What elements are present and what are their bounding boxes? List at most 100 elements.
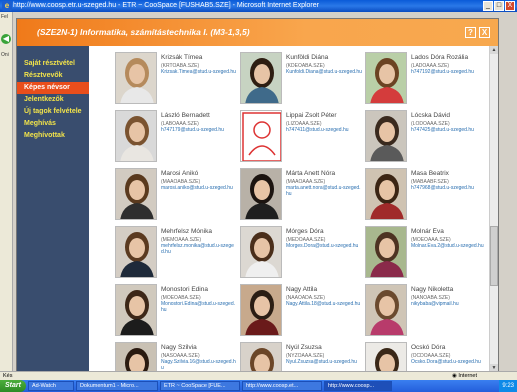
portrait-graphic	[120, 174, 154, 219]
person-email-link[interactable]: Morges.Dora@stud.u-szeged.hu	[286, 243, 362, 249]
person-email-link[interactable]: h747425@stud.u-szeged.hu	[411, 127, 487, 133]
menu-item-3[interactable]: Jelentkezők	[17, 94, 89, 106]
person-email-link[interactable]: mehrfelsz.monika@stud.u-szeged.hu	[161, 243, 237, 255]
portrait-graphic	[125, 348, 149, 372]
person-email-link[interactable]: Nyul.Zsuzsa@stud.u-szeged.hu	[286, 359, 362, 365]
person-photo[interactable]	[240, 342, 282, 372]
browser-left-strip: Fel ◀ Oni	[0, 12, 13, 371]
person-name: Monostori Edina	[161, 286, 208, 293]
person-email-link[interactable]: Kunfoldi.Diana@stud.u-szeged.hu	[286, 69, 362, 75]
person-name: Kunföldi Diána	[286, 54, 329, 61]
menu-item-2[interactable]: Képes névsor	[17, 82, 89, 94]
content-scrollbar[interactable]: ▲ ▼	[489, 46, 498, 372]
close-window-button[interactable]: X	[505, 1, 515, 11]
person-photo[interactable]	[115, 110, 157, 162]
person-photo[interactable]	[240, 226, 282, 278]
start-button[interactable]: Start	[0, 380, 26, 392]
person-name: Nagy Nikoletta	[411, 286, 454, 293]
person-email-link[interactable]: h747411@stud.u-szeged.hu	[286, 127, 362, 133]
person-email-link[interactable]: Ocsko.Dora@stud.u-szeged.hu	[411, 359, 487, 365]
person-card[interactable]: Krizsák Tímea (KRTOABA.SZE) Krizsak.Timea@…	[115, 52, 239, 105]
person-card[interactable]: Mórges Dóra (MEDOAAA.SZE) Morges.Dora@stud…	[240, 226, 364, 279]
person-card[interactable]: Lippai Zsolt Péter (LIZOAAA.SZE) h747411@s…	[240, 110, 364, 163]
person-card[interactable]: Márta Anett Nóra (MAAOAAA.SZE) marta.anett…	[240, 168, 364, 221]
person-card[interactable]: Masa Beatrix (MABAABF.SZE) h747968@stud.u-…	[365, 168, 489, 221]
browser-title-bar: e http://www.coosp.etr.u-szeged.hu - ETR…	[0, 0, 517, 12]
photo-roster: Krizsák Tímea (KRTOABA.SZE) Krizsak.Timea@…	[89, 46, 490, 372]
person-photo[interactable]	[240, 110, 282, 162]
status-text: Kés	[3, 373, 13, 379]
help-button[interactable]: ?	[465, 27, 476, 38]
person-photo[interactable]	[115, 168, 157, 220]
portrait-graphic	[245, 232, 279, 277]
default-avatar-icon	[242, 112, 281, 161]
task-ie-window-1[interactable]: http://www.coosp.et...	[241, 381, 322, 391]
person-card[interactable]: Nagy Attila (NAAOADA.SZE) Nagy.Attila.18@s…	[240, 284, 364, 337]
person-card[interactable]: Nagy Nikoletta (NANOABA.SZE) nikybaba@vipm…	[365, 284, 489, 337]
person-card[interactable]: Nagy Szilvia (NASOAAA.SZE) Nagy.Szilvia.16…	[115, 342, 239, 372]
person-photo[interactable]	[365, 342, 407, 372]
person-email-link[interactable]: marta.anett.nora@stud.u-szeged.hu	[286, 185, 362, 197]
side-menu: Saját résztvétel Résztvevők Képes névsor Je…	[17, 46, 89, 372]
person-photo[interactable]	[240, 168, 282, 220]
portrait-graphic	[120, 290, 154, 335]
person-email-link[interactable]: Molnar.Eva.2@stud.u-szeged.hu	[411, 243, 487, 249]
scroll-thumb[interactable]	[490, 226, 498, 286]
menu-item-1[interactable]: Résztvevők	[17, 70, 89, 82]
person-email-link[interactable]: nikybaba@vipmail.hu	[411, 301, 487, 307]
person-photo[interactable]	[365, 284, 407, 336]
scroll-up-icon[interactable]: ▲	[490, 46, 498, 54]
person-photo[interactable]	[115, 284, 157, 336]
person-email-link[interactable]: h747179@stud.u-szeged.hu	[161, 127, 237, 133]
person-card[interactable]: Kunföldi Diána (KDEOABA.SZE) Kunfoldi.Dian…	[240, 52, 364, 105]
person-photo[interactable]	[115, 342, 157, 372]
window-controls: _ □ X	[483, 1, 515, 11]
desktop-screen: e http://www.coosp.etr.u-szeged.hu - ETR…	[0, 0, 517, 392]
taskbar: Start Ad-Watch Dokumentum1 - Micro... ET…	[0, 380, 517, 392]
portrait-graphic	[250, 348, 274, 372]
person-email-link[interactable]: h747192@stud.u-szeged.hu	[411, 69, 487, 75]
portrait-graphic	[370, 232, 404, 277]
person-email-link[interactable]: Nagy.Attila.18@stud.u-szeged.hu	[286, 301, 362, 307]
person-card[interactable]: Marosi Anikó (MAAOABA.SZE) marosi.aniko@st…	[115, 168, 239, 221]
person-photo[interactable]	[115, 226, 157, 278]
person-photo[interactable]	[240, 284, 282, 336]
person-name: Mehrfelsz Mónika	[161, 228, 212, 235]
person-photo[interactable]	[365, 168, 407, 220]
popup-close-button[interactable]: X	[479, 27, 490, 38]
menu-item-6[interactable]: Meghívottak	[17, 130, 89, 142]
person-card[interactable]: Molnár Éva (MOEOAAA.SZE) Molnar.Eva.2@stud…	[365, 226, 489, 279]
person-photo[interactable]	[365, 110, 407, 162]
person-card[interactable]: Nyúl Zsuzsa (NYZOAAA.SZE) Nyul.Zsuzsa@stud…	[240, 342, 364, 372]
menu-item-0[interactable]: Saját résztvétel	[17, 58, 89, 70]
person-email-link[interactable]: Nagy.Szilvia.16@stud.u-szeged.hu	[161, 359, 237, 371]
person-photo[interactable]	[365, 52, 407, 104]
person-email-link[interactable]: marosi.aniko@stud.u-szeged.hu	[161, 185, 237, 191]
person-card[interactable]: Ocskó Dóra (OCDOAAA.SZE) Ocsko.Dora@stud.u…	[365, 342, 489, 372]
portrait-graphic	[245, 290, 279, 335]
task-coospace-window[interactable]: ETR ~ CooSpace [FUE...	[159, 381, 240, 391]
task-ad-watch[interactable]: Ad-Watch	[27, 381, 74, 391]
ie-logo-icon: e	[2, 1, 12, 11]
person-email-link[interactable]: Krizsak.Timea@stud.u-szeged.hu	[161, 69, 237, 75]
task-ie-window-2[interactable]: http://www.coosp...	[323, 381, 392, 391]
task-word-document[interactable]: Dokumentum1 - Micro...	[75, 381, 158, 391]
person-card[interactable]: Lados Dóra Rozália (LADOAAA.SZE) h747192@s…	[365, 52, 489, 105]
person-photo[interactable]	[365, 226, 407, 278]
back-arrow-icon[interactable]: ◀	[1, 34, 11, 44]
person-email-link[interactable]: h747968@stud.u-szeged.hu	[411, 185, 487, 191]
person-name: Lippai Zsolt Péter	[286, 112, 337, 119]
person-card[interactable]: Monostori Edina (MOEOABA.SZE) Monostori.Ed…	[115, 284, 239, 337]
person-card[interactable]: László Bernadett (LABOAAA.SZE) h747179@stu…	[115, 110, 239, 163]
person-card[interactable]: Lócska Dávid (LODOAAA.SZE) h747425@stud.u-…	[365, 110, 489, 163]
person-photo[interactable]	[115, 52, 157, 104]
maximize-button[interactable]: □	[494, 1, 504, 11]
person-name: Nagy Szilvia	[161, 344, 197, 351]
minimize-button[interactable]: _	[483, 1, 493, 11]
person-photo[interactable]	[240, 52, 282, 104]
favorites-label[interactable]: Fel	[1, 14, 8, 20]
menu-item-5[interactable]: Meghívás	[17, 118, 89, 130]
menu-item-4[interactable]: Új tagok felvétele	[17, 106, 89, 118]
person-email-link[interactable]: Monostori.Edina@stud.u-szeged.hu	[161, 301, 237, 313]
person-card[interactable]: Mehrfelsz Mónika (MEMOAAA.SZE) mehrfelsz.m…	[115, 226, 239, 279]
